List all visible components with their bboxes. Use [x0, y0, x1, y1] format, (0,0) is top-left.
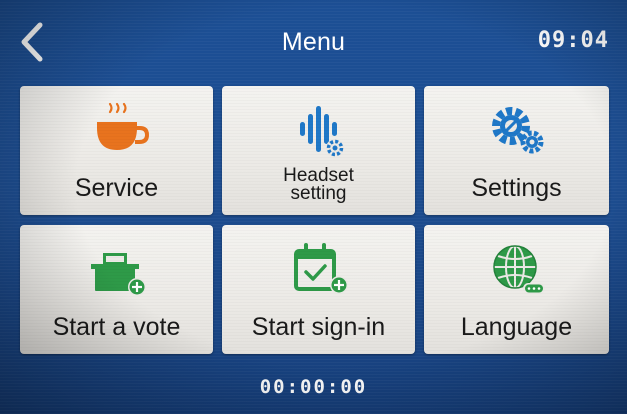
top-bar: Menu 09:04 [0, 0, 627, 80]
headset-waveform-icon [299, 106, 344, 157]
ballot-box-icon [90, 253, 146, 296]
menu-screen: Menu 09:04 Service Headset setting Setti… [0, 0, 627, 414]
start-sign-in-tile[interactable]: Start sign-in [222, 225, 415, 354]
settings-tile[interactable]: Settings [424, 86, 609, 215]
settings-label: Settings [471, 174, 562, 202]
calendar-check-icon [293, 243, 348, 294]
start-vote-tile[interactable]: Start a vote [20, 225, 213, 354]
start-sign-in-label: Start sign-in [251, 313, 386, 341]
coffee-cup-icon [96, 102, 149, 150]
language-tile[interactable]: Language [424, 225, 609, 354]
gears-icon [491, 107, 543, 154]
headset-setting-tile[interactable]: Headset setting [222, 86, 415, 215]
clock: 09:04 [537, 28, 609, 53]
headset-setting-label: Headset setting [222, 166, 415, 204]
language-label: Language [460, 313, 573, 341]
service-label: Service [74, 174, 159, 202]
start-vote-label: Start a vote [52, 313, 181, 341]
service-tile[interactable]: Service [20, 86, 213, 215]
headset-setting-label-line-2: setting [290, 183, 347, 204]
globe-icon [492, 245, 545, 294]
elapsed-timer: 00:00:00 [259, 376, 368, 398]
page-title: Menu [281, 28, 346, 56]
